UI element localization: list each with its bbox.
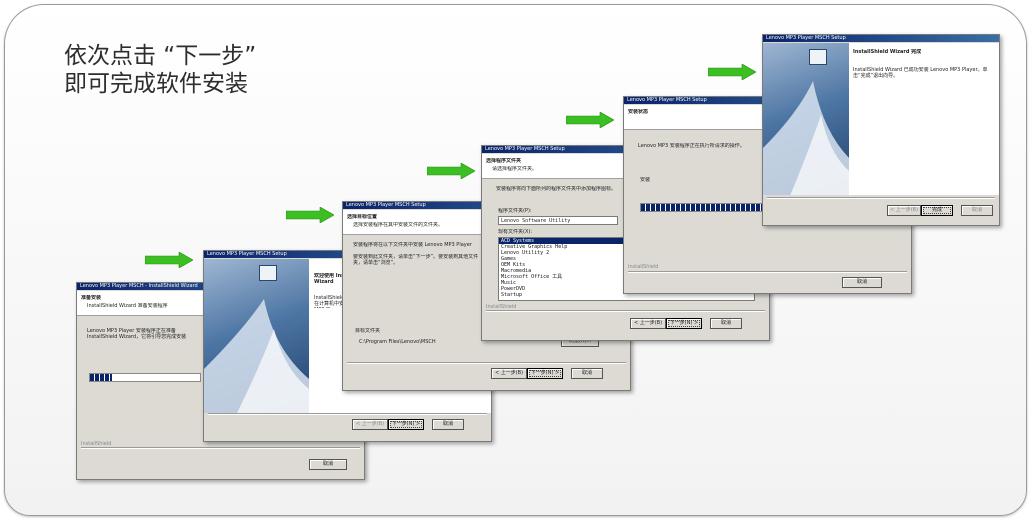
- step-subheading: 请选择程序文件夹。: [492, 166, 538, 172]
- step-subheading: 选择安装程序在其中安装文件的文件夹。: [353, 222, 444, 228]
- status-label: 安装: [640, 177, 651, 183]
- program-folder-label: 程序文件夹(P):: [498, 208, 532, 214]
- wizard-banner-graphic: [763, 81, 849, 195]
- instruction-line-2: 即可完成软件安装: [64, 71, 248, 97]
- instruction-text: 依次点击 “下一步” 即可完成软件安装: [64, 42, 256, 98]
- divider: [628, 271, 907, 273]
- finish-button[interactable]: 完成: [921, 205, 953, 216]
- progress-bar: [89, 373, 201, 382]
- window-title: Lenovo MP3 Player MSCH Setup: [763, 35, 999, 42]
- arrow-right-icon: [708, 64, 756, 80]
- setup-logo-icon: [259, 265, 277, 281]
- body-text: Lenovo MP3 安装程序正在执行所请求的操作。: [638, 143, 745, 149]
- cancel-button[interactable]: 取消: [309, 459, 347, 470]
- finish-heading: InstallShield Wizard 完成: [853, 49, 922, 55]
- divider: [347, 362, 626, 364]
- next-button[interactable]: 下一步(N) >: [527, 368, 563, 379]
- body-text: 安装程序将向下面所列的程序文件夹中添加程序图标。: [496, 186, 617, 192]
- arrow-right-icon: [145, 252, 193, 268]
- folder-group-label: 目标文件夹: [355, 328, 381, 334]
- next-button[interactable]: 下一步(N) >: [388, 419, 424, 430]
- cancel-button[interactable]: 取消: [710, 318, 742, 329]
- body-text: Lenovo MP3 Player 安装程序正在准备 InstallShield…: [87, 328, 187, 340]
- cancel-button[interactable]: 取消: [432, 419, 464, 430]
- divider: [486, 310, 765, 312]
- body-text: InstallShield Wizard 已成功安装 Lenovo MP3 Pl…: [853, 67, 988, 79]
- instruction-line-1: 依次点击 “下一步”: [64, 43, 257, 69]
- footer-brand: InstallShield: [628, 264, 659, 270]
- step-heading: 准备安装: [81, 295, 102, 301]
- wizard-banner: [204, 259, 309, 413]
- back-button[interactable]: < 上一步(B): [491, 368, 527, 379]
- arrow-right-icon: [566, 112, 614, 128]
- divider: [208, 413, 487, 415]
- program-folder-input[interactable]: Lenovo Software Utility: [498, 216, 618, 225]
- step-heading: 选择程序文件夹: [486, 158, 522, 164]
- arrow-right-icon: [286, 207, 334, 223]
- cancel-button[interactable]: 取消: [842, 277, 882, 288]
- installer-window-finish: Lenovo MP3 Player MSCH Setup InstallShie…: [762, 34, 1000, 226]
- step-heading: 安装状态: [628, 109, 649, 115]
- divider: [767, 197, 995, 199]
- setup-logo-icon: [809, 49, 827, 65]
- body-text: 安装程序将在以下文件夹中安装 Lenovo MP3 Player: [353, 242, 472, 248]
- program-folder-value: Lenovo Software Utility: [501, 218, 571, 224]
- back-button[interactable]: < 上一步(B): [630, 318, 666, 329]
- wizard-banner: [763, 43, 849, 195]
- back-button[interactable]: < 上一步(B): [887, 205, 921, 216]
- wizard-banner-graphic: [204, 299, 309, 413]
- existing-folders-label: 现有文件夹(X):: [498, 229, 533, 235]
- arrow-right-icon: [427, 163, 475, 179]
- cancel-button[interactable]: 取消: [571, 368, 603, 379]
- back-button[interactable]: < 上一步(B): [352, 419, 388, 430]
- content-panel: [849, 43, 999, 195]
- step-subheading: InstallShield Wizard 准备安装程序: [87, 303, 168, 309]
- body-text-2: 要安装到此文件夹，请单击“下一步”。要安装到其他文件夹，请单击“浏览”。: [353, 254, 479, 266]
- step-heading: 选择目标位置: [347, 214, 378, 220]
- cancel-button[interactable]: 取消: [961, 205, 993, 216]
- folder-path: C:\Program Files\Lenovo\MSCH: [359, 339, 436, 345]
- divider: [81, 447, 360, 449]
- next-button[interactable]: 下一步(N) >: [666, 318, 702, 329]
